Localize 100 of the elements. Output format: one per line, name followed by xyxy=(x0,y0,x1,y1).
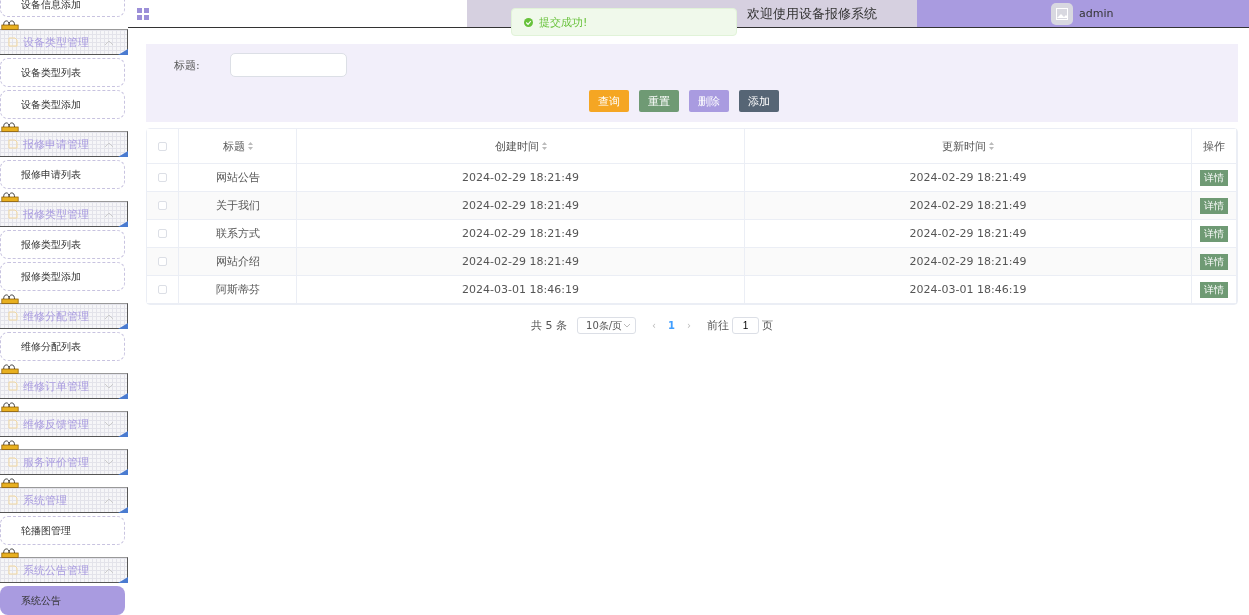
corner-fold-icon xyxy=(118,469,128,475)
delete-button[interactable]: 删除 xyxy=(689,90,729,112)
column-header: 标题 xyxy=(222,138,245,154)
sidebar-item[interactable]: 设备信息添加 xyxy=(0,0,125,17)
group-label: 系统公告管理 xyxy=(23,562,90,578)
table-cell: 联系方式 xyxy=(215,226,260,241)
caret-down-icon xyxy=(105,421,113,427)
username[interactable]: admin xyxy=(1079,7,1114,20)
row-checkbox[interactable] xyxy=(158,201,167,210)
chevron-down-icon xyxy=(624,323,630,328)
page-unit: 页 xyxy=(762,318,773,333)
table-cell: 2024-02-29 18:21:49 xyxy=(909,255,1027,268)
table-cell: 2024-02-29 18:21:49 xyxy=(462,171,579,184)
sidebar-group-header[interactable]: 报修类型管理 xyxy=(0,201,128,227)
detail-button[interactable]: 详情 xyxy=(1200,225,1228,242)
goto-label: 前往 xyxy=(707,318,729,333)
document-icon xyxy=(8,419,18,429)
sidebar-group-header[interactable]: 报修申请管理 xyxy=(0,131,128,157)
corner-fold-icon xyxy=(118,577,128,583)
sidebar-group-header[interactable]: 服务评价管理 xyxy=(0,449,128,475)
column-header: 操作 xyxy=(1203,138,1225,154)
caret-up-icon xyxy=(105,497,113,503)
binder-clip-icon xyxy=(0,294,20,304)
row-checkbox[interactable] xyxy=(158,229,167,238)
column-header: 更新时间 xyxy=(942,138,986,154)
sort-icon[interactable] xyxy=(989,142,994,150)
binder-clip-icon xyxy=(0,122,20,132)
caret-up-icon xyxy=(105,313,113,319)
sidebar-group-header[interactable]: 系统公告管理 xyxy=(0,557,128,583)
binder-clip-icon xyxy=(0,20,20,30)
document-icon xyxy=(8,139,18,149)
group-label: 维修反馈管理 xyxy=(23,416,90,432)
grid-menu-icon[interactable] xyxy=(137,7,149,20)
page-number[interactable]: 1 xyxy=(662,320,681,331)
table-cell: 网站介绍 xyxy=(215,254,260,269)
group-label: 服务评价管理 xyxy=(23,454,90,470)
corner-fold-icon xyxy=(118,151,128,157)
document-icon xyxy=(8,495,18,505)
sidebar-group-header[interactable]: 系统管理 xyxy=(0,487,128,513)
row-checkbox[interactable] xyxy=(158,257,167,266)
table-cell: 2024-02-29 18:21:49 xyxy=(462,199,579,212)
row-checkbox[interactable] xyxy=(158,173,167,182)
detail-button[interactable]: 详情 xyxy=(1200,197,1228,214)
query-button[interactable]: 查询 xyxy=(589,90,629,112)
caret-down-icon xyxy=(105,459,113,465)
detail-button[interactable]: 详情 xyxy=(1200,253,1228,270)
title-input-field[interactable] xyxy=(230,53,347,77)
table-cell: 2024-02-29 18:21:49 xyxy=(909,227,1027,240)
next-page-button[interactable]: › xyxy=(681,320,697,331)
sidebar-item[interactable]: 报修申请列表 xyxy=(0,160,125,189)
sidebar-group-header[interactable]: 维修分配管理 xyxy=(0,303,128,329)
binder-clip-icon xyxy=(0,192,20,202)
table-cell: 阿斯蒂芬 xyxy=(215,282,260,297)
toast-message: 提交成功! xyxy=(539,14,588,30)
row-checkbox[interactable] xyxy=(158,285,167,294)
document-icon xyxy=(8,565,18,575)
sidebar-item[interactable]: 系统公告 xyxy=(0,586,125,615)
table-cell: 2024-03-01 18:46:19 xyxy=(909,283,1027,296)
reset-button[interactable]: 重置 xyxy=(639,90,679,112)
sidebar-group-header[interactable]: 维修反馈管理 xyxy=(0,411,128,437)
document-icon xyxy=(8,457,18,467)
sort-icon[interactable] xyxy=(541,142,547,150)
column-header: 创建时间 xyxy=(494,138,539,154)
sidebar-item[interactable]: 报修类型添加 xyxy=(0,262,125,291)
field-label: 标题: xyxy=(174,57,201,73)
group-label: 维修订单管理 xyxy=(23,378,90,394)
sidebar-item[interactable]: 维修分配列表 xyxy=(0,332,125,361)
group-label: 系统管理 xyxy=(23,492,68,508)
add-button[interactable]: 添加 xyxy=(739,90,779,112)
table-cell: 2024-02-29 18:21:49 xyxy=(909,199,1027,212)
corner-fold-icon xyxy=(118,393,128,399)
sidebar-item[interactable]: 设备类型添加 xyxy=(0,90,125,119)
table-cell: 关于我们 xyxy=(215,198,260,213)
binder-clip-icon xyxy=(0,402,20,412)
prev-page-button[interactable]: ‹ xyxy=(646,320,662,331)
binder-clip-icon xyxy=(0,364,20,374)
sidebar-group-header[interactable]: 维修订单管理 xyxy=(0,373,128,399)
binder-clip-icon xyxy=(0,440,20,450)
check-circle-icon xyxy=(524,17,533,27)
caret-down-icon xyxy=(105,383,113,389)
table-cell: 网站公告 xyxy=(215,170,260,185)
sidebar-item[interactable]: 报修类型列表 xyxy=(0,230,125,259)
avatar-image-icon[interactable] xyxy=(1051,2,1073,25)
corner-fold-icon xyxy=(118,323,128,329)
group-label: 报修类型管理 xyxy=(23,206,90,222)
goto-page-field[interactable]: 1 xyxy=(732,317,759,334)
sidebar-group-header[interactable]: 设备类型管理 xyxy=(0,29,128,55)
corner-fold-icon xyxy=(118,431,128,437)
detail-button[interactable]: 详情 xyxy=(1200,169,1228,186)
sort-icon[interactable] xyxy=(247,142,253,150)
table-cell: 2024-03-01 18:46:19 xyxy=(462,283,579,296)
app-title: 欢迎使用设备报修系统 xyxy=(747,4,877,23)
document-icon xyxy=(8,381,18,391)
select-all-checkbox[interactable] xyxy=(158,141,167,151)
page-size-select[interactable]: 10条/页 xyxy=(577,317,636,334)
sidebar-item[interactable]: 轮播图管理 xyxy=(0,516,125,545)
caret-up-icon xyxy=(105,141,113,147)
detail-button[interactable]: 详情 xyxy=(1200,281,1228,298)
sidebar-item[interactable]: 设备类型列表 xyxy=(0,58,125,87)
table-cell: 2024-02-29 18:21:49 xyxy=(462,227,579,240)
